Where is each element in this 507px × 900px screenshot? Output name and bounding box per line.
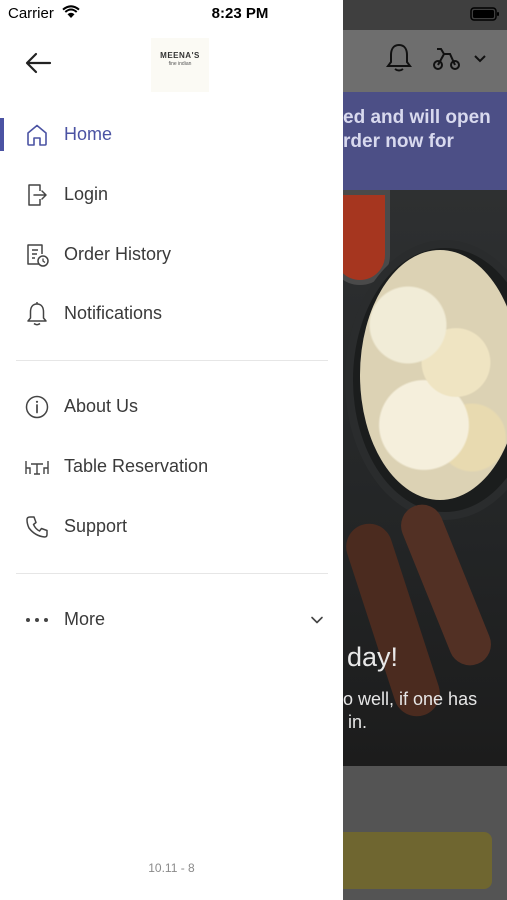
menu-item-label: About Us xyxy=(64,396,139,416)
logo-tagline: fine indian xyxy=(168,61,192,67)
menu-item-notifications[interactable]: Notifications xyxy=(0,290,343,338)
menu-item-table-reservation[interactable]: Table Reservation xyxy=(0,443,343,491)
app-screen: ed and will open rder now for day! o wel… xyxy=(0,0,507,900)
menu-item-label: Home xyxy=(64,124,113,144)
menu-item-label: More xyxy=(64,609,106,629)
menu-item-login[interactable]: Login xyxy=(0,171,343,219)
home-icon xyxy=(27,124,47,146)
chevron-down-icon[interactable] xyxy=(309,612,325,628)
menu-item-more[interactable]: More xyxy=(0,596,343,644)
bell-icon[interactable] xyxy=(386,42,412,72)
table-reservation-icon xyxy=(25,461,49,475)
salad-image xyxy=(360,250,507,500)
closed-banner-text: ed and will open rder now for xyxy=(343,107,491,152)
more-dots-icon xyxy=(26,618,48,622)
menu-divider xyxy=(16,360,328,361)
menu-item-home[interactable]: Home xyxy=(0,111,343,159)
battery-icon xyxy=(470,7,499,21)
hero-subtitle: o well, if one has in. xyxy=(343,689,478,732)
logo-name: MEENA'S xyxy=(160,51,200,60)
menu-item-order-history[interactable]: Order History xyxy=(0,231,343,279)
active-indicator xyxy=(0,118,4,151)
info-icon xyxy=(25,395,49,419)
menu-item-label: Table Reservation xyxy=(64,456,209,476)
back-arrow-icon[interactable] xyxy=(22,48,54,78)
bell-icon xyxy=(27,302,47,326)
menu-item-support[interactable]: Support xyxy=(0,503,343,551)
menu-item-label: Support xyxy=(64,516,128,536)
chevron-down-icon[interactable] xyxy=(473,54,487,64)
status-time: 8:23 PM xyxy=(211,5,269,22)
menu-item-label: Order History xyxy=(64,244,172,264)
drawer-header: MEENA'S fine indian xyxy=(0,30,343,100)
side-drawer: MEENA'S fine indian Home Login Order His… xyxy=(0,0,343,900)
restaurant-logo: MEENA'S fine indian xyxy=(151,38,209,92)
status-bar: Carrier 8:23 PM xyxy=(0,0,507,30)
menu-item-label: Login xyxy=(64,184,109,204)
hero-title: day! xyxy=(347,642,399,672)
app-version: 10.11 - 8 xyxy=(148,861,195,875)
phone-icon xyxy=(26,516,48,538)
menu-divider xyxy=(16,573,328,574)
order-button[interactable] xyxy=(320,832,492,889)
menu-item-about-us[interactable]: About Us xyxy=(0,383,343,431)
menu-item-label: Notifications xyxy=(64,303,163,323)
login-icon xyxy=(28,184,47,206)
order-history-icon xyxy=(27,244,49,267)
scooter-icon[interactable] xyxy=(432,46,462,72)
